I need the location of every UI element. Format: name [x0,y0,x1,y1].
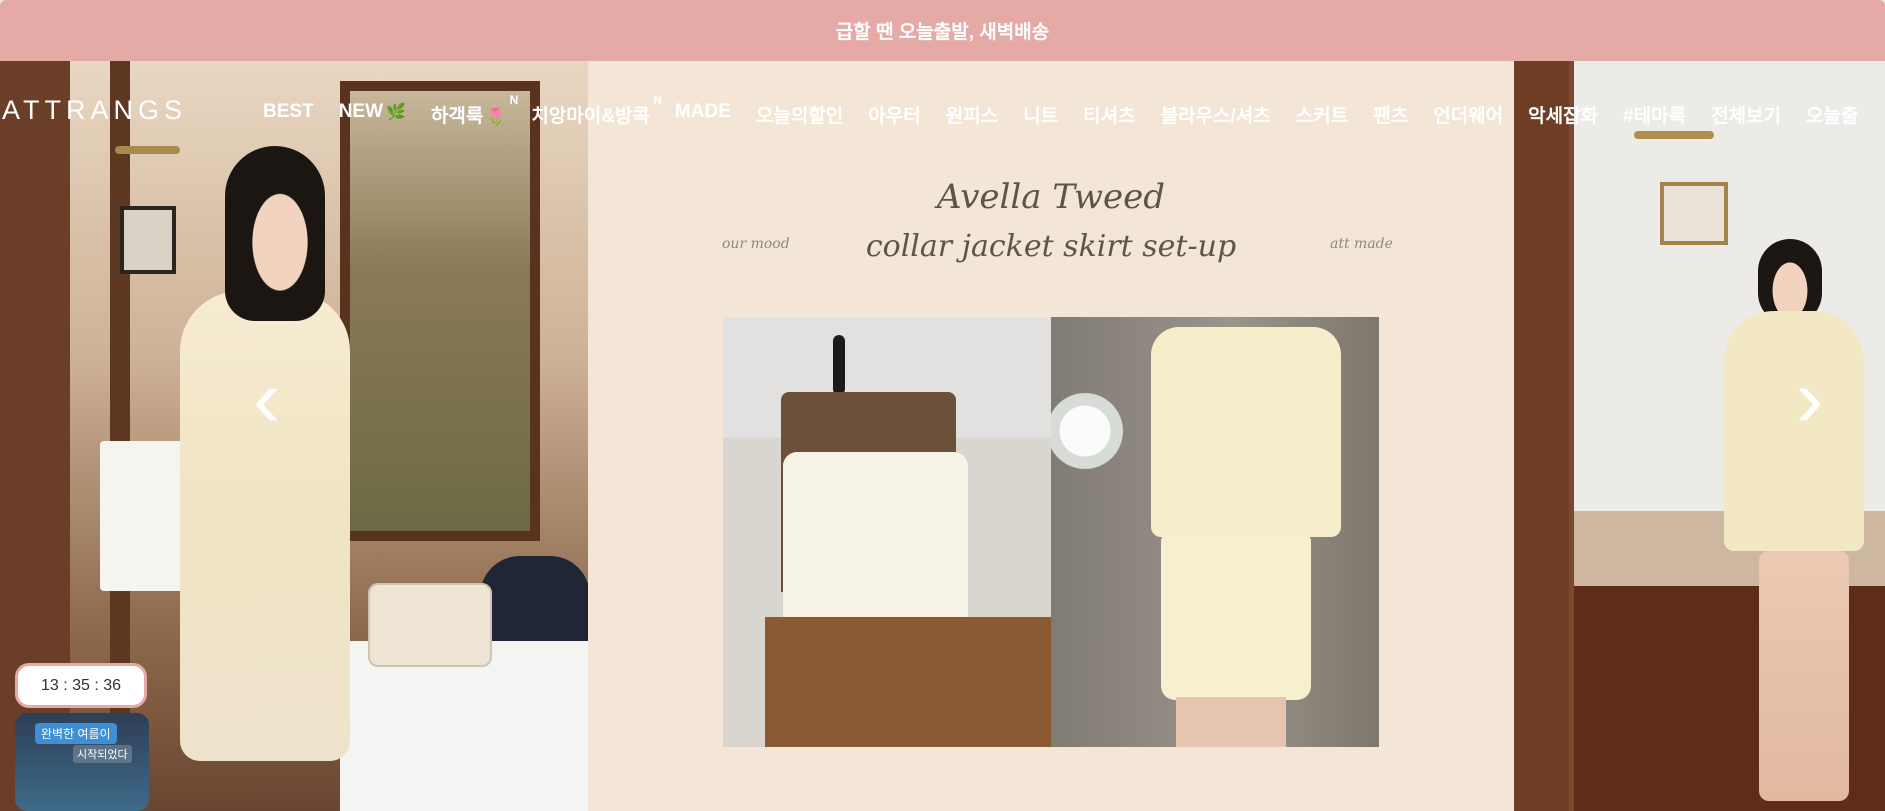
nav-new[interactable]: NEW 🌿 [339,101,406,128]
timer-text: 13 : 35 : 36 [40,676,122,694]
product-photo-hanger[interactable] [723,317,1051,747]
tweed-skirt [1161,535,1311,700]
nav-pants[interactable]: 팬츠 [1373,101,1408,128]
nav-label: 치앙마이&방콕 [531,106,650,127]
hero-title-line1: Avella Tweed [937,177,1165,217]
jacket-on-hanger [783,452,968,642]
nav-today-shipping[interactable]: 오늘출 [1806,101,1858,128]
hero-banner[interactable]: Avella Tweed our mood collar jacket skir… [0,61,1885,811]
handbag [368,583,492,667]
new-badge: N [509,93,519,107]
nav-label: 니트 [1023,106,1059,127]
door [1514,61,1569,811]
model-head [225,146,325,321]
main-nav: BEST NEW 🌿 하객룩 🌷 N 치앙마이&방콕 N MADE 오늘의할인 아우터 … [263,93,1883,128]
nav-label: 악세잡화 [1528,106,1599,127]
model-legs [1176,697,1286,747]
announcement-bar[interactable]: 급할 땐 오늘출발, 새벽배송 [0,0,1885,61]
nav-underwear[interactable]: 언더웨어 [1433,101,1503,128]
nav-todays-sale[interactable]: 오늘의할인 [756,101,843,128]
wall-frame [1660,182,1728,245]
nav-theme-look[interactable]: #테마룩 [1623,101,1686,128]
nav-outer[interactable]: 아우터 [868,101,920,128]
prev-slide-icon[interactable]: ‹ [253,358,280,440]
nav-label: 오늘출 [1805,106,1859,127]
center-panel: Avella Tweed our mood collar jacket skir… [588,61,1514,811]
nav-label: 스커트 [1295,106,1349,127]
nav-accessories[interactable]: 악세잡화 [1528,101,1598,128]
nav-label: 블라우스/셔츠 [1160,106,1271,127]
window [340,81,540,541]
site-header: ATTRANGS BEST NEW 🌿 하객룩 🌷 N 치앙마이&방콕 N MADE 오… [0,93,1885,135]
nav-label: MADE [674,101,731,122]
nav-view-all[interactable]: 전체보기 [1711,101,1781,128]
nav-label: 원피스 [945,106,999,127]
nav-label: 하객룩 [430,106,484,127]
nav-label: BEST [263,101,314,122]
nav-onepiece[interactable]: 원피스 [946,101,998,128]
new-badge: N [653,93,662,107]
promo-line2: 시작되었다 [73,745,132,763]
nav-best[interactable]: BEST [263,101,314,128]
nav-label: NEW [338,101,384,122]
next-slide-icon[interactable]: › [1796,358,1823,440]
nav-label: 아우터 [868,106,921,127]
leaf-icon: 🌿 [386,104,406,121]
model-legs [1759,551,1849,801]
nav-knit[interactable]: 니트 [1023,101,1058,128]
nav-label: 전체보기 [1711,106,1781,127]
wall-frame [120,206,176,274]
right-tag: att made [1330,236,1393,252]
nav-label: 티셔츠 [1083,106,1136,127]
nav-blouse-shirts[interactable]: 블라우스/셔츠 [1161,101,1271,128]
nav-label: 언더웨어 [1433,106,1504,127]
model-outfit [1724,311,1864,551]
product-photo-model[interactable] [1051,317,1379,747]
nav-chiangmai-bangkok[interactable]: 치앙마이&방콕 N [531,93,662,128]
nav-label: #테마룩 [1623,106,1687,127]
promo-thumbnail[interactable]: 완벽한 여름이 시작되었다 [15,713,149,811]
countdown-timer: 13 : 35 : 36 [15,663,147,708]
nav-made[interactable]: MADE [675,101,731,128]
promo-line1: 완벽한 여름이 [35,723,117,744]
nav-tshirts[interactable]: 티셔츠 [1083,101,1135,128]
right-photo [1514,61,1885,811]
candle-holder [833,335,845,395]
announcement-text: 급할 땐 오늘출발, 새벽배송 [835,22,1050,43]
nav-wedding-guest[interactable]: 하객룩 🌷 N [430,93,518,128]
site-logo[interactable]: ATTRANGS [2,95,187,126]
nav-label: 오늘의할인 [755,106,844,127]
nav-label: 팬츠 [1373,106,1409,127]
flower-bouquet [1051,387,1136,497]
tulip-icon: 🌷 [486,109,507,126]
nav-skirt[interactable]: 스커트 [1296,101,1348,128]
wooden-table [765,617,1051,747]
wall-lamp [115,146,180,154]
tweed-jacket [1151,327,1341,537]
